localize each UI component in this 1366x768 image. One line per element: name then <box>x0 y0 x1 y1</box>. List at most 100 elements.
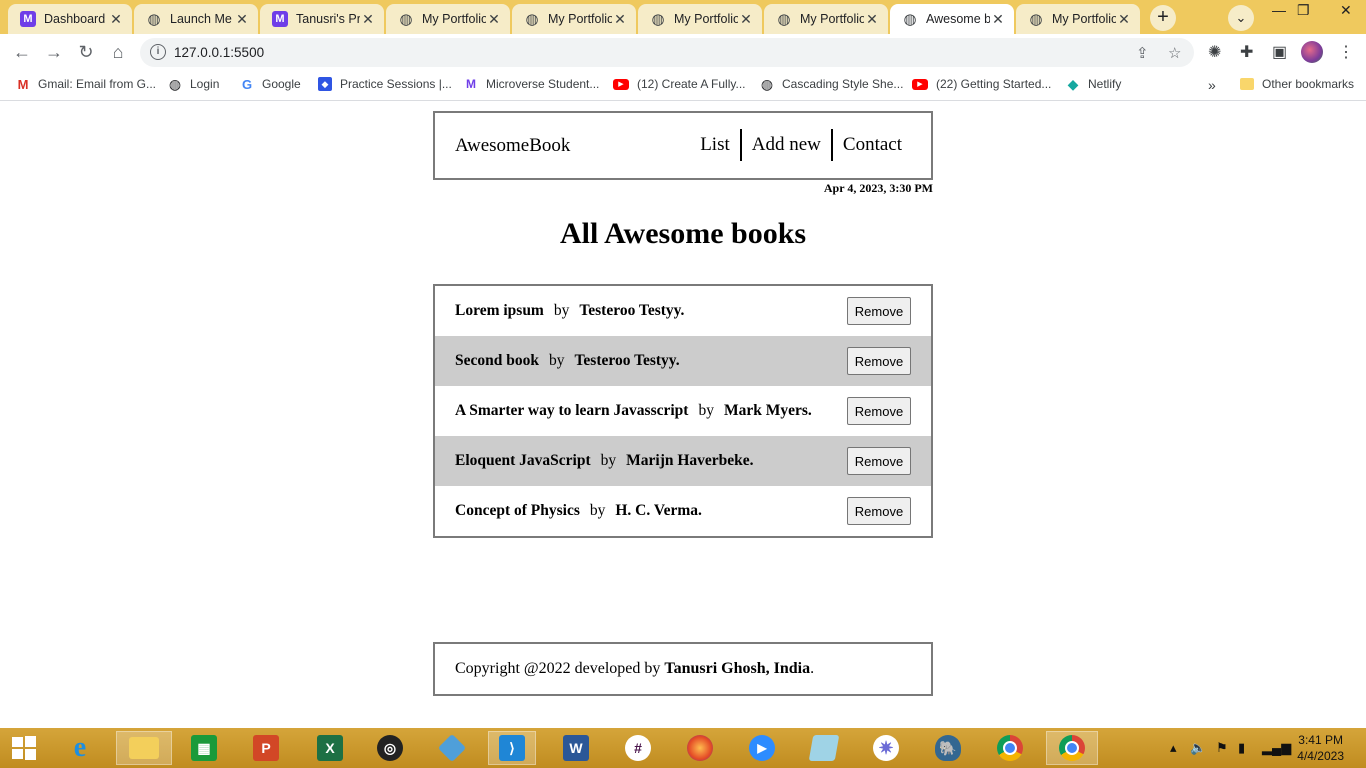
tab-strip: M Dashboard ✕ ◍ Launch Me ✕ M Tanusri's … <box>0 0 1366 34</box>
taskbar-excel[interactable]: X <box>310 731 350 765</box>
tab-my-portfolio-5[interactable]: ◍ My Portfolio ✕ <box>1016 4 1140 34</box>
taskbar-store[interactable]: ▦ <box>184 731 224 765</box>
bookmark-netlify[interactable]: ◆ Netlify <box>1066 76 1122 92</box>
taskbar-kite[interactable] <box>432 731 472 765</box>
bookmark-gmail[interactable]: M Gmail: Email from G... <box>16 77 156 92</box>
remove-button[interactable]: Remove <box>847 497 911 525</box>
tab-launch-me[interactable]: ◍ Launch Me ✕ <box>134 4 258 34</box>
network-signal-icon[interactable]: ▂▄▆ <box>1262 740 1291 756</box>
bookmark-create-fully[interactable]: ▶ (12) Create A Fully... <box>613 77 746 91</box>
taskbar-settings-app[interactable]: ✷ <box>866 731 906 765</box>
start-button[interactable] <box>4 731 44 765</box>
taskbar-slack[interactable]: # <box>618 731 658 765</box>
side-panel-icon[interactable]: ▣ <box>1272 42 1287 62</box>
tab-title: My Portfolio <box>800 12 864 26</box>
bookmark-getting-started[interactable]: ▶ (22) Getting Started... <box>912 77 1051 91</box>
profile-avatar[interactable] <box>1301 41 1323 63</box>
taskbar-file-explorer[interactable] <box>116 731 172 765</box>
restore-button[interactable]: ❐ <box>1297 2 1310 19</box>
by-label: by <box>698 402 714 419</box>
tab-search-button[interactable]: ⌄ <box>1228 5 1254 31</box>
by-label: by <box>600 452 617 469</box>
remove-button[interactable]: Remove <box>847 397 911 425</box>
bookmark-practice-sessions[interactable]: ◆ Practice Sessions |... <box>318 77 452 91</box>
battery-icon[interactable]: ▮ <box>1238 740 1245 756</box>
close-icon[interactable]: ✕ <box>234 11 250 28</box>
close-window-button[interactable]: ✕ <box>1340 2 1352 19</box>
taskbar-word[interactable]: W <box>556 731 596 765</box>
close-icon[interactable]: ✕ <box>1116 11 1132 28</box>
bookmark-label: Login <box>190 77 220 91</box>
tab-my-portfolio-2[interactable]: ◍ My Portfolio ✕ <box>512 4 636 34</box>
extension-bug-icon[interactable]: ✺ <box>1208 42 1221 62</box>
tab-title: Awesome b <box>926 12 990 26</box>
double-chevron-icon: » <box>1208 77 1216 93</box>
nav-add-new-link[interactable]: Add new <box>739 129 831 161</box>
tab-my-portfolio-4[interactable]: ◍ My Portfolio ✕ <box>764 4 888 34</box>
chrome-icon <box>997 735 1023 761</box>
close-icon[interactable]: ✕ <box>360 11 376 28</box>
new-tab-button[interactable]: + <box>1150 5 1176 31</box>
close-icon[interactable]: ✕ <box>738 11 754 28</box>
address-bar[interactable]: i 127.0.0.1:5500 ⇪ ☆ <box>140 38 1194 67</box>
bookmark-google[interactable]: G Google <box>240 77 301 92</box>
star-icon[interactable]: ☆ <box>1168 44 1181 62</box>
reload-button[interactable]: ↻ <box>72 38 100 66</box>
obs-icon: ◎ <box>377 735 403 761</box>
tab-dashboard[interactable]: M Dashboard ✕ <box>8 4 132 34</box>
volume-icon[interactable]: 🔈 <box>1190 740 1206 756</box>
taskbar-notes[interactable] <box>804 731 844 765</box>
bookmark-css[interactable]: ◍ Cascading Style She... <box>760 76 904 92</box>
tab-my-portfolio-3[interactable]: ◍ My Portfolio ✕ <box>638 4 762 34</box>
close-icon[interactable]: ✕ <box>864 11 880 28</box>
close-icon[interactable]: ✕ <box>990 11 1006 28</box>
remove-button[interactable]: Remove <box>847 297 911 325</box>
more-bookmarks-button[interactable]: » <box>1208 77 1216 93</box>
book-list: Lorem ipsum by Testeroo Testyy. Remove S… <box>433 284 933 538</box>
close-icon[interactable]: ✕ <box>108 11 124 28</box>
taskbar-vscode[interactable]: ⟩ <box>488 731 536 765</box>
powerpoint-icon: P <box>253 735 279 761</box>
tab-my-portfolio-1[interactable]: ◍ My Portfolio ✕ <box>386 4 510 34</box>
taskbar-postgresql[interactable]: 🐘 <box>928 731 968 765</box>
microverse-icon: M <box>466 77 476 91</box>
minimize-button[interactable]: — <box>1272 2 1286 18</box>
forward-button[interactable]: → <box>40 38 68 66</box>
page-title: All Awesome books <box>559 217 807 250</box>
taskbar-chrome[interactable] <box>990 731 1030 765</box>
extensions-puzzle-icon[interactable]: ✚ <box>1240 42 1253 62</box>
home-button[interactable]: ⌂ <box>104 38 132 66</box>
info-icon[interactable]: i <box>150 44 166 60</box>
tray-chevron-up-icon[interactable]: ▴ <box>1170 740 1177 756</box>
taskbar-obs[interactable]: ◎ <box>370 731 410 765</box>
taskbar-powerpoint[interactable]: P <box>246 731 286 765</box>
other-bookmarks-folder[interactable]: Other bookmarks <box>1240 77 1354 91</box>
book-title: A Smarter way to learn Javasscript <box>455 402 689 419</box>
store-icon: ▦ <box>191 735 217 761</box>
flag-icon[interactable]: ⚑ <box>1216 740 1228 756</box>
tab-awesome-books[interactable]: ◍ Awesome b ✕ <box>890 4 1014 34</box>
back-button[interactable]: ← <box>8 38 36 66</box>
taskbar-internet-explorer[interactable]: e <box>60 731 100 765</box>
menu-kebab-icon[interactable]: ⋮ <box>1338 42 1354 62</box>
notes-icon <box>808 735 840 761</box>
remove-button[interactable]: Remove <box>847 347 911 375</box>
youtube-icon: ▶ <box>613 78 629 90</box>
taskbar-clock[interactable]: 3:41 PM 4/4/2023 <box>1297 732 1344 764</box>
taskbar-chrome-active[interactable] <box>1046 731 1098 765</box>
globe-icon: ◍ <box>525 11 539 28</box>
taskbar-zoom[interactable]: ▶ <box>742 731 782 765</box>
nav-contact-link[interactable]: Contact <box>830 129 911 161</box>
browser-toolbar: ← → ↻ ⌂ i 127.0.0.1:5500 ⇪ ☆ ✺ ✚ ▣ ⋮ <box>0 34 1366 70</box>
bookmark-label: (22) Getting Started... <box>936 77 1052 91</box>
share-icon[interactable]: ⇪ <box>1136 44 1149 62</box>
bookmark-login[interactable]: ◍ Login <box>168 76 220 92</box>
bookmark-microverse[interactable]: M Microverse Student... <box>464 77 599 91</box>
nav-list-link[interactable]: List <box>690 129 740 161</box>
site-brand[interactable]: AwesomeBook <box>455 135 570 157</box>
taskbar-firefox[interactable] <box>680 731 720 765</box>
close-icon[interactable]: ✕ <box>612 11 628 28</box>
tab-tanusri-pr[interactable]: M Tanusri's Pr ✕ <box>260 4 384 34</box>
close-icon[interactable]: ✕ <box>486 11 502 28</box>
remove-button[interactable]: Remove <box>847 447 911 475</box>
